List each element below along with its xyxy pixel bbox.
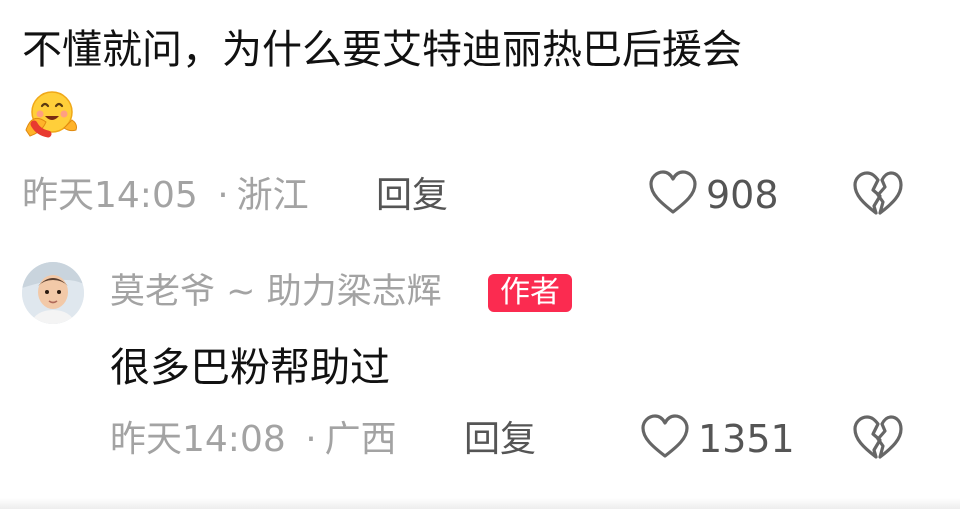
reply-meta: 昨天14:08 · 广西 xyxy=(110,418,397,462)
avatar[interactable] xyxy=(22,262,84,324)
next-comment-edge xyxy=(0,498,960,509)
reply-time: 昨天14:08 xyxy=(110,419,286,460)
reply-text: 很多巴粉帮助过 xyxy=(110,345,390,391)
reply-like-count: 1351 xyxy=(698,417,795,461)
reply-location: 广西 xyxy=(324,419,397,460)
hug-face-emoji-icon xyxy=(20,84,80,144)
broken-heart-icon xyxy=(852,415,904,466)
comment-location: 浙江 xyxy=(236,175,309,216)
author-badge: 作者 xyxy=(488,274,572,312)
reply-username[interactable]: 莫老爷 ~ 助力梁志辉 xyxy=(110,270,442,314)
comment-dislike-button[interactable] xyxy=(852,170,904,222)
reply-like-button[interactable]: 1351 xyxy=(640,414,795,464)
heart-outline-icon xyxy=(648,170,698,220)
broken-heart-icon xyxy=(852,171,904,222)
reply-dislike-button[interactable] xyxy=(852,414,904,466)
comment-meta: 昨天14:05 · 浙江 xyxy=(22,174,309,218)
meta-separator: · xyxy=(217,175,229,216)
comment-reply-button[interactable]: 回复 xyxy=(376,174,448,218)
reply-reply-button[interactable]: 回复 xyxy=(464,418,536,462)
meta-separator: · xyxy=(305,419,317,460)
heart-outline-icon xyxy=(640,414,690,464)
comment-text: 不懂就问，为什么要艾特迪丽热巴后援会 xyxy=(22,27,742,73)
comment-like-button[interactable]: 908 xyxy=(648,170,779,220)
comment-like-count: 908 xyxy=(706,173,779,217)
comment-time: 昨天14:05 xyxy=(22,175,198,216)
